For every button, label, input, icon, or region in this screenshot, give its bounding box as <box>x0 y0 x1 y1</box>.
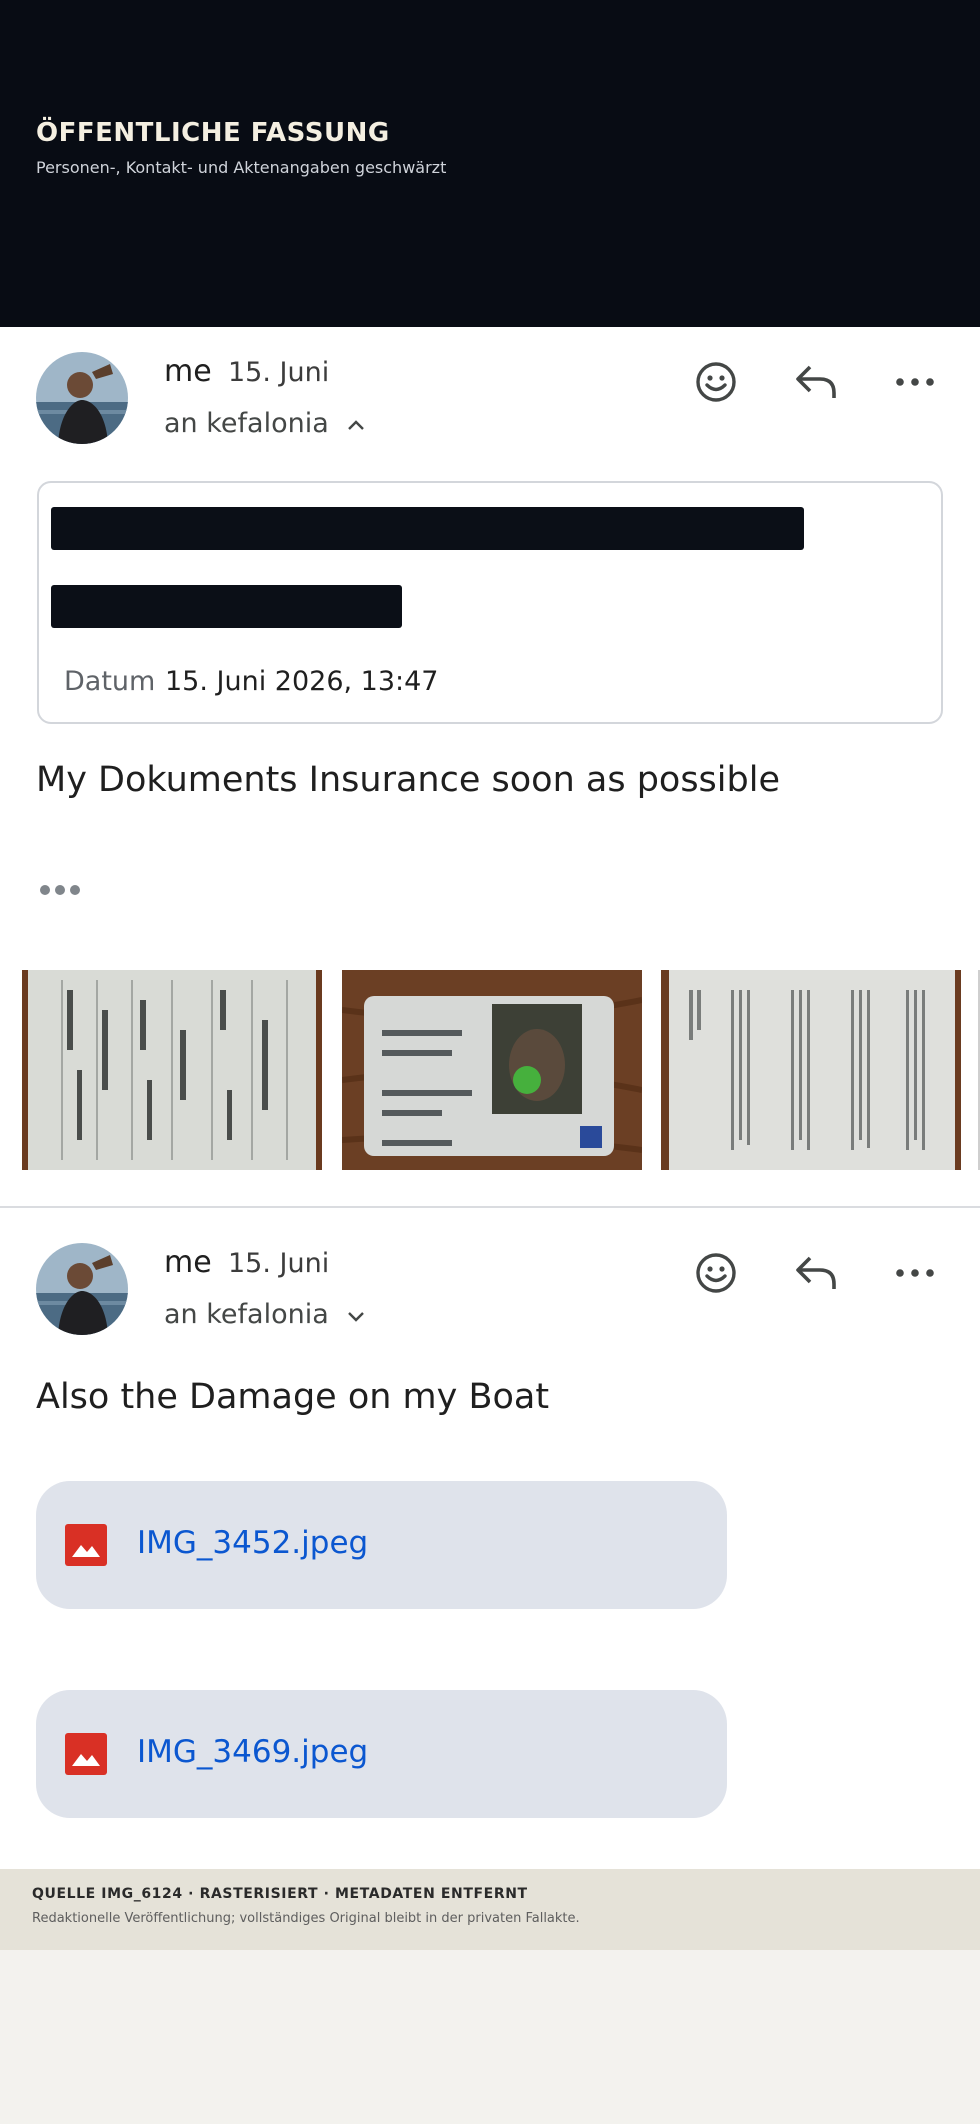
footer-subtitle: Redaktionelle Veröffentlichung; vollstän… <box>32 1911 580 1926</box>
recipient-label: an kefalonia <box>164 1299 329 1330</box>
more-options-button[interactable] <box>887 1245 943 1301</box>
recipient-toggle[interactable]: an kefalonia <box>164 408 365 439</box>
reply-button[interactable] <box>788 1245 844 1301</box>
emoji-reaction-icon <box>696 1253 736 1293</box>
more-options-button[interactable] <box>887 354 943 410</box>
more-options-icon <box>896 378 934 386</box>
date-label: Datum <box>64 666 156 697</box>
reply-icon <box>796 1256 836 1289</box>
recipient-label: an kefalonia <box>164 408 329 439</box>
date-value: 15. Juni 2026, 13:47 <box>165 666 439 697</box>
attachment-thumbnail[interactable] <box>342 970 642 1170</box>
message-body: My Dokuments Insurance soon as possible <box>36 760 780 800</box>
attachment-thumbnails <box>0 970 980 1170</box>
show-trimmed-content-button[interactable] <box>40 883 80 897</box>
more-options-icon <box>896 1269 934 1277</box>
attachment-chip[interactable]: IMG_3452.jpeg <box>36 1481 727 1609</box>
message-date: 15. Juni <box>228 1248 330 1279</box>
emoji-reaction-icon <box>696 362 736 402</box>
footer-title: QUELLE IMG_6124 · RASTERISIERT · METADAT… <box>32 1886 528 1902</box>
message-header[interactable]: me 15. Juni an kefalonia <box>0 327 980 444</box>
redaction-banner: ÖFFENTLICHE FASSUNG Personen-, Kontakt- … <box>0 0 980 327</box>
attachment-name: IMG_3469.jpeg <box>137 1734 369 1770</box>
source-footer: QUELLE IMG_6124 · RASTERISIERT · METADAT… <box>0 1869 980 1950</box>
attachment-thumbnail[interactable] <box>661 970 961 1170</box>
banner-title: ÖFFENTLICHE FASSUNG <box>36 118 390 148</box>
message-divider <box>0 1206 980 1208</box>
avatar[interactable] <box>36 352 128 444</box>
redaction-bar <box>51 585 402 628</box>
attachment-name: IMG_3452.jpeg <box>137 1525 369 1561</box>
image-file-icon <box>65 1524 107 1566</box>
image-file-icon <box>65 1733 107 1775</box>
message-header[interactable]: me 15. Juni an kefalonia <box>0 1218 980 1335</box>
chevron-up-icon <box>348 419 365 430</box>
emoji-reaction-button[interactable] <box>688 1245 744 1301</box>
attachment-chip[interactable]: IMG_3469.jpeg <box>36 1690 727 1818</box>
message-details-card: Datum 15. Juni 2026, 13:47 <box>37 481 943 724</box>
avatar[interactable] <box>36 1243 128 1335</box>
sender-name: me <box>164 354 212 389</box>
message-body: Also the Damage on my Boat <box>36 1377 550 1417</box>
recipient-toggle[interactable]: an kefalonia <box>164 1299 365 1330</box>
message-date: 15. Juni <box>228 357 330 388</box>
banner-subtitle: Personen-, Kontakt- und Aktenangaben ges… <box>36 158 447 177</box>
attachment-thumbnail[interactable] <box>22 970 322 1170</box>
reply-icon <box>796 365 836 398</box>
email-thread: me 15. Juni an kefalonia Datum 15. Juni … <box>0 327 980 1869</box>
sender-name: me <box>164 1245 212 1280</box>
reply-button[interactable] <box>788 354 844 410</box>
redaction-bar <box>51 507 804 550</box>
chevron-down-icon <box>348 1311 365 1322</box>
emoji-reaction-button[interactable] <box>688 354 744 410</box>
